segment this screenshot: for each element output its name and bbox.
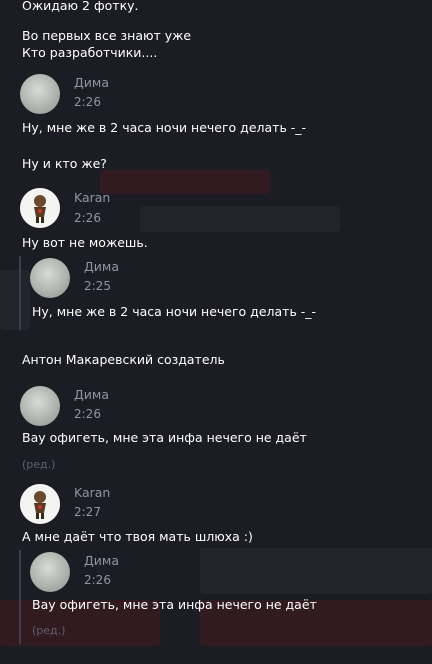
quote-edited-label: (ред.)	[32, 624, 66, 637]
message-time: 2:26	[74, 211, 101, 225]
quote-bar	[19, 256, 21, 330]
message-text: Антон Макаревский создатель	[22, 352, 225, 367]
message-text: Ожидаю 2 фотку.	[22, 0, 139, 13]
chat-log: Ожидаю 2 фотку. Во первых все знают уже …	[0, 0, 432, 664]
avatar[interactable]	[20, 74, 60, 114]
author-name[interactable]: Karan	[74, 190, 110, 205]
avatar[interactable]	[20, 188, 60, 228]
message-text: Ну вот не можешь.	[22, 235, 148, 250]
edited-label: (ред.)	[22, 458, 56, 471]
avatar[interactable]	[30, 258, 70, 298]
avatar[interactable]	[30, 552, 70, 592]
quote-author-name[interactable]: Дима	[84, 259, 119, 274]
author-name[interactable]: Дима	[74, 75, 109, 90]
quote-text: Ну, мне же в 2 часа ночи нечего делать -…	[32, 304, 317, 319]
message-text: А мне даёт что твоя мать шлюха :)	[22, 529, 253, 544]
quote-time: 2:26	[84, 573, 111, 587]
quote-time: 2:25	[84, 279, 111, 293]
message-text: Во первых все знают уже	[22, 28, 192, 43]
message-text: Ну, мне же в 2 часа ночи нечего делать -…	[22, 120, 307, 135]
message-time: 2:26	[74, 95, 101, 109]
message-text: Ну и кто же?	[22, 156, 107, 171]
character-avatar-icon	[20, 484, 60, 524]
message-time: 2:27	[74, 505, 101, 519]
author-name[interactable]: Karan	[74, 485, 110, 500]
quote-author-name[interactable]: Дима	[84, 553, 119, 568]
quote-text: Вау офигеть, мне эта инфа нечего не даёт	[32, 597, 317, 612]
character-avatar-icon	[20, 188, 60, 228]
quote-bar	[19, 550, 21, 644]
author-name[interactable]: Дима	[74, 387, 109, 402]
message-time: 2:26	[74, 407, 101, 421]
avatar[interactable]	[20, 484, 60, 524]
message-text: Кто разработчики....	[22, 45, 158, 60]
avatar[interactable]	[20, 386, 60, 426]
message-text: Вау офигеть, мне эта инфа нечего не даёт	[22, 430, 307, 445]
